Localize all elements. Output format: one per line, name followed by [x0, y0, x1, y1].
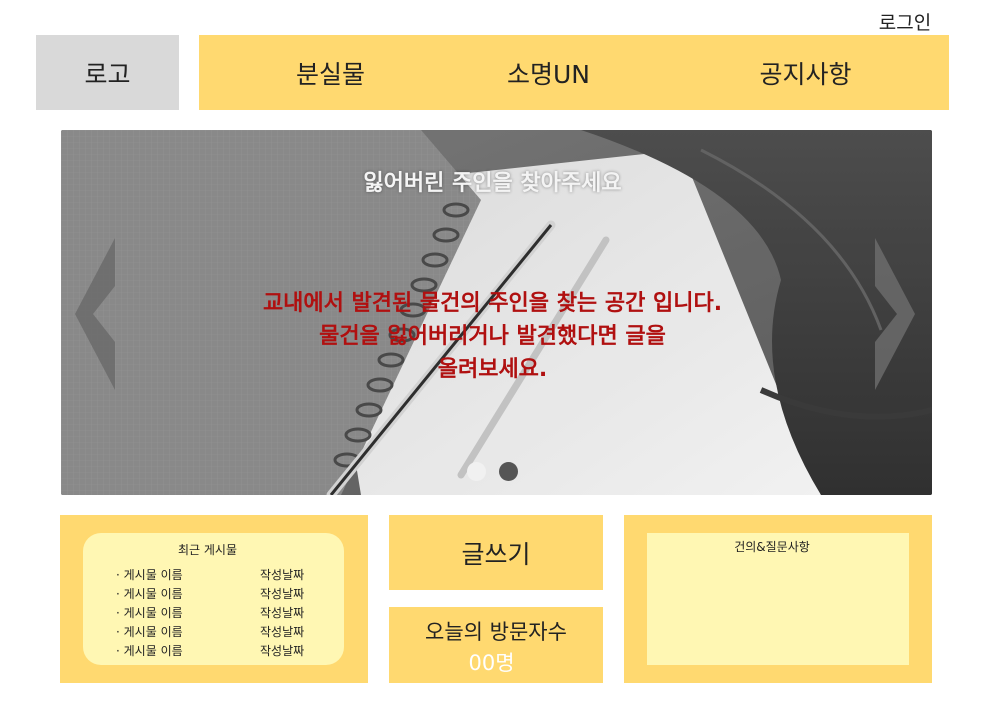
- write-post-button[interactable]: 글쓰기: [389, 515, 603, 590]
- recent-post-title-2[interactable]: · 게시물 이름: [116, 585, 183, 602]
- write-post-label: 글쓰기: [461, 539, 531, 569]
- recent-post-date-1: 작성날짜: [260, 568, 305, 582]
- recent-posts-title: 최근 게시물: [177, 543, 237, 557]
- nav-item-lost-items[interactable]: 분실물: [229, 35, 432, 110]
- recent-post-title-3[interactable]: · 게시물 이름: [116, 604, 183, 621]
- hero-title: 잃어버린 주인을 찾아주세요: [363, 170, 622, 196]
- visitor-count-value: 00명: [468, 651, 515, 675]
- recent-post-title-4[interactable]: · 게시물 이름: [116, 623, 183, 640]
- prev-slide-arrow-icon[interactable]: [75, 238, 117, 390]
- hero-message-line-2: 물건을 잃어버리거나 발견했다면 글을: [319, 324, 666, 349]
- visitor-count-title: 오늘의 방문자수: [425, 620, 567, 644]
- hero-message-line-1: 교내에서 발견된 물건의 주인을 찾는 공간 입니다.: [262, 291, 723, 316]
- recent-post-date-3: 작성날짜: [260, 606, 305, 620]
- nav-bar: 분실물 소명UN 공지사항: [199, 35, 949, 110]
- nav-item-notices[interactable]: 공지사항: [704, 35, 907, 110]
- logo-label: 로고: [84, 59, 131, 89]
- recent-post-date-2: 작성날짜: [260, 587, 305, 601]
- qna-title: 건의&질문사항: [734, 540, 810, 554]
- slide-dot-1[interactable]: [467, 462, 486, 481]
- next-slide-arrow-icon[interactable]: [873, 238, 915, 390]
- logo[interactable]: 로고: [36, 35, 179, 110]
- login-link[interactable]: 로그인: [860, 8, 950, 35]
- recent-post-title-1[interactable]: · 게시물 이름: [116, 566, 183, 583]
- nav-item-somyung-un[interactable]: 소명UN: [447, 35, 650, 110]
- recent-post-title-5[interactable]: · 게시물 이름: [116, 642, 183, 659]
- recent-post-date-4: 작성날짜: [260, 625, 305, 639]
- hero-message-line-3: 올려보세요.: [437, 357, 548, 382]
- recent-post-date-5: 작성날짜: [260, 644, 305, 658]
- slide-dot-2[interactable]: [499, 462, 518, 481]
